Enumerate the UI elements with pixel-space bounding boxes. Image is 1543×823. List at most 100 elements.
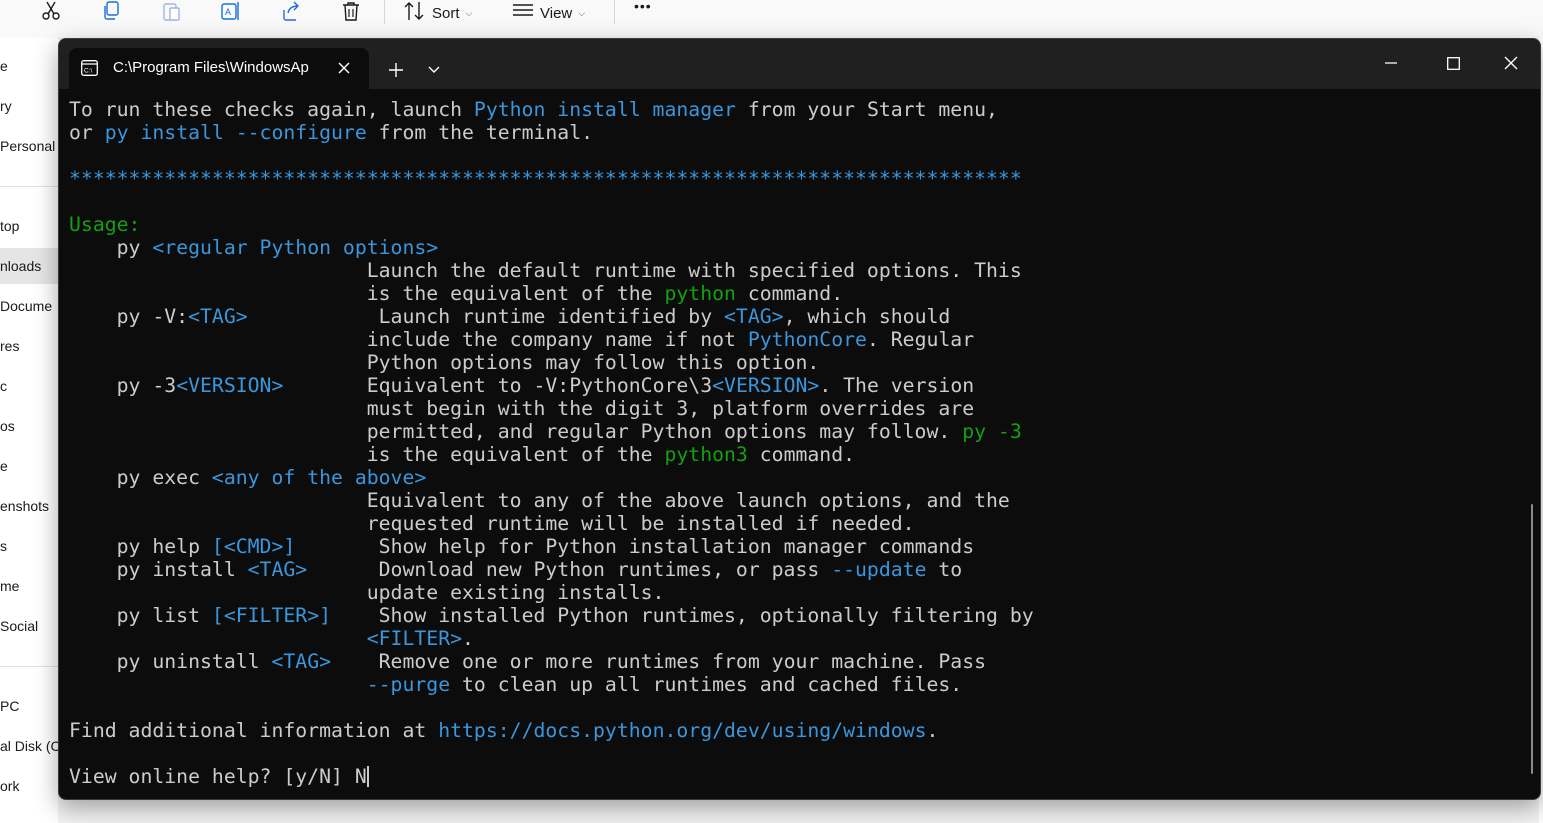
new-tab-icon[interactable] bbox=[382, 56, 410, 84]
sidebar-item[interactable]: PC bbox=[0, 688, 58, 724]
view-label: View bbox=[540, 4, 573, 22]
cut-icon[interactable] bbox=[40, 0, 62, 22]
terminal-text-segment: Find additional information at bbox=[69, 719, 439, 742]
copy-icon[interactable] bbox=[100, 0, 122, 22]
terminal-text-segment: <TAG> bbox=[724, 305, 784, 328]
terminal-line: View online help? [y/N] N bbox=[69, 765, 1524, 788]
terminal-line: or py install --configure from the termi… bbox=[69, 121, 1524, 144]
sidebar-item[interactable]: ork bbox=[0, 768, 58, 804]
toolbar-divider bbox=[384, 0, 385, 24]
terminal-text-segment: or bbox=[69, 121, 105, 144]
chevron-down-icon: ⌵ bbox=[465, 7, 473, 18]
terminal-line: is the equivalent of the python command. bbox=[69, 282, 1524, 305]
chevron-down-icon[interactable] bbox=[420, 56, 448, 84]
sidebar-item[interactable]: Personal bbox=[0, 128, 58, 164]
explorer-toolbar: A Sort ⌵ View ⌵ ••• bbox=[0, 0, 1543, 39]
sidebar-item[interactable]: res bbox=[0, 328, 58, 364]
rename-icon[interactable]: A bbox=[220, 0, 242, 22]
sidebar-item[interactable]: os bbox=[0, 408, 58, 444]
terminal-line: --purge to clean up all runtimes and cac… bbox=[69, 673, 1524, 696]
terminal-output[interactable]: To run these checks again, launch Python… bbox=[69, 98, 1524, 793]
scrollbar-thumb[interactable] bbox=[1531, 504, 1533, 774]
terminal-text-segment: . bbox=[926, 719, 939, 742]
sidebar-item[interactable]: e bbox=[0, 48, 58, 84]
sidebar-item[interactable]: me bbox=[0, 568, 58, 604]
terminal-text-segment: must begin with the digit 3, platform ov… bbox=[69, 397, 975, 420]
terminal-text-segment: py -3 bbox=[69, 374, 177, 397]
terminal-line: py help [<CMD>] Show help for Python ins… bbox=[69, 535, 1524, 558]
terminal-text-segment: Show help for Python installation manage… bbox=[295, 535, 975, 558]
terminal-line: must begin with the digit 3, platform ov… bbox=[69, 397, 1524, 420]
close-icon[interactable] bbox=[1482, 39, 1540, 87]
sidebar-item[interactable]: c bbox=[0, 368, 58, 404]
terminal-text-segment: Equivalent to any of the above launch op… bbox=[69, 489, 1010, 512]
terminal-text-segment: is the equivalent of the bbox=[69, 443, 665, 466]
terminal-text-segment: View online help? [y/N] N bbox=[69, 765, 367, 788]
view-list-icon bbox=[512, 1, 534, 25]
maximize-icon[interactable] bbox=[1424, 39, 1482, 87]
sort-button[interactable]: Sort ⌵ bbox=[404, 1, 472, 25]
terminal-tab[interactable]: C:\ C:\Program Files\WindowsAp bbox=[69, 48, 369, 89]
terminal-text-segment: <VERSION> bbox=[176, 374, 284, 397]
more-options-button[interactable]: ••• bbox=[634, 0, 652, 14]
terminal-text-segment: . bbox=[462, 627, 474, 650]
share-icon[interactable] bbox=[280, 0, 302, 22]
close-tab-icon[interactable] bbox=[333, 57, 355, 79]
terminal-line: ****************************************… bbox=[69, 167, 1524, 190]
chevron-down-icon: ⌵ bbox=[578, 7, 586, 18]
explorer-sidebar: e ry Personal top nloads Docume res c os… bbox=[0, 38, 58, 823]
terminal-line: Find additional information at https://d… bbox=[69, 719, 1524, 742]
sidebar-item[interactable]: enshots bbox=[0, 488, 58, 524]
view-button[interactable]: View ⌵ bbox=[512, 1, 585, 25]
terminal-line: py uninstall <TAG> Remove one or more ru… bbox=[69, 650, 1524, 673]
sidebar-item[interactable]: Social bbox=[0, 608, 58, 644]
terminal-text-segment: Show installed Python runtimes, optional… bbox=[331, 604, 1034, 627]
terminal-text-segment: --update bbox=[831, 558, 927, 581]
text-cursor bbox=[366, 766, 369, 787]
terminal-text-segment: https://docs.python.org/dev/using/window… bbox=[438, 719, 927, 742]
sidebar-item[interactable]: Docume bbox=[0, 288, 58, 324]
terminal-text-segment: <VERSION> bbox=[712, 374, 820, 397]
sidebar-item[interactable]: al Disk (C bbox=[0, 728, 58, 764]
terminal-line: py list [<FILTER>] Show installed Python… bbox=[69, 604, 1524, 627]
terminal-text-segment: [<FILTER>] bbox=[211, 604, 332, 627]
more-options-icon: ••• bbox=[634, 0, 652, 14]
terminal-line: is the equivalent of the python3 command… bbox=[69, 443, 1524, 466]
sidebar-item[interactable]: top bbox=[0, 208, 58, 244]
terminal-line: <FILTER>. bbox=[69, 627, 1524, 650]
terminal-line: py install <TAG> Download new Python run… bbox=[69, 558, 1524, 581]
terminal-line: requested runtime will be installed if n… bbox=[69, 512, 1524, 535]
terminal-text-segment: Download new Python runtimes, or pass bbox=[307, 558, 832, 581]
terminal-text-segment: [<CMD>] bbox=[211, 535, 296, 558]
terminal-text-segment: py uninstall bbox=[69, 650, 272, 673]
terminal-text-segment: Python install manager bbox=[473, 98, 736, 121]
terminal-text-segment: py list bbox=[69, 604, 212, 627]
terminal-line: To run these checks again, launch Python… bbox=[69, 98, 1524, 121]
sidebar-divider bbox=[0, 186, 58, 187]
terminal-text-segment: Remove one or more runtimes from your ma… bbox=[331, 650, 987, 673]
sidebar-item[interactable]: e bbox=[0, 448, 58, 484]
terminal-line: Launch the default runtime with specifie… bbox=[69, 259, 1524, 282]
sidebar-item[interactable]: s bbox=[0, 528, 58, 564]
terminal-titlebar[interactable]: C:\ C:\Program Files\WindowsAp bbox=[59, 39, 1540, 89]
terminal-line: include the company name if not PythonCo… bbox=[69, 328, 1524, 351]
terminal-text-segment: from the terminal. bbox=[366, 121, 594, 144]
terminal-text-segment: update existing installs. bbox=[69, 581, 665, 604]
svg-text:A: A bbox=[225, 7, 231, 17]
terminal-text-segment: <TAG> bbox=[188, 305, 248, 328]
terminal-text-segment: from your Start menu, bbox=[735, 98, 998, 121]
delete-icon[interactable] bbox=[340, 0, 362, 22]
terminal-text-segment: py -3 bbox=[962, 420, 1022, 443]
minimize-icon[interactable] bbox=[1362, 39, 1420, 87]
terminal-window[interactable]: C:\ C:\Program Files\WindowsAp To run th… bbox=[58, 38, 1541, 800]
sidebar-item[interactable]: ry bbox=[0, 88, 58, 124]
terminal-text-segment: <regular Python options> bbox=[152, 236, 439, 259]
sidebar-item-selected[interactable]: nloads bbox=[0, 248, 58, 284]
terminal-line: permitted, and regular Python options ma… bbox=[69, 420, 1524, 443]
terminal-text-segment: <any of the above> bbox=[211, 466, 427, 489]
paste-icon[interactable] bbox=[160, 0, 182, 22]
terminal-text-segment: Equivalent to -V:PythonCore\3 bbox=[283, 374, 713, 397]
